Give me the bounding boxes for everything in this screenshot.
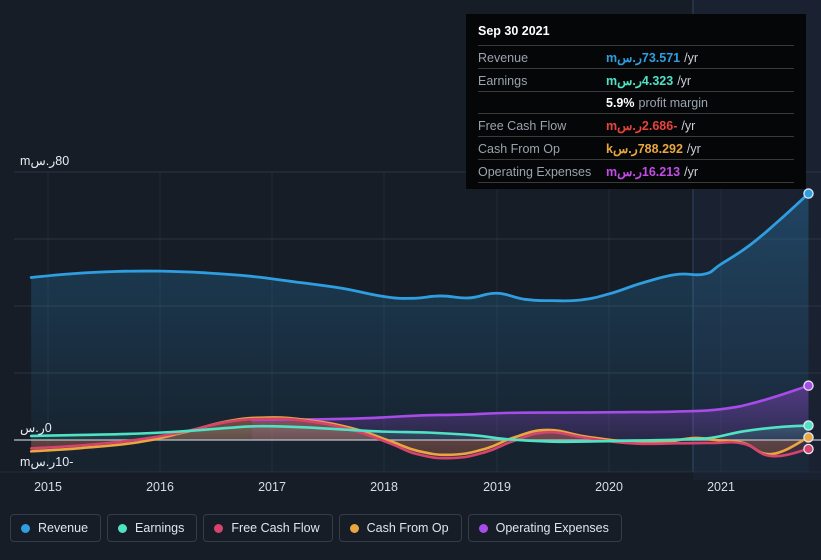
- legend-color-dot-icon: [214, 523, 224, 533]
- chart-legend[interactable]: Revenue Earnings Free Cash Flow Cash From O…: [10, 514, 622, 542]
- tooltip-metric-value: 788.292ر.سk: [606, 142, 683, 156]
- tooltip-metric-label: Cash From Op: [478, 142, 560, 156]
- tooltip-metric-value: 4.323ر.سm: [606, 74, 674, 88]
- x-axis-tick-2017: 2017: [258, 480, 286, 494]
- legend-item-free-cash-flow[interactable]: Free Cash Flow: [203, 514, 333, 542]
- tooltip-metric-value: 73.571ر.سm: [606, 51, 681, 65]
- legend-item-earnings[interactable]: Earnings: [107, 514, 198, 542]
- endpoint-free-cash-flow[interactable]: [803, 443, 814, 455]
- y-axis-label-negative: -10ر.سm: [20, 455, 74, 469]
- legend-item-operating-expenses[interactable]: Operating Expenses: [467, 514, 622, 542]
- legend-label: Cash From Op: [366, 521, 449, 535]
- legend-color-dot-icon: [118, 523, 128, 533]
- legend-label: Operating Expenses: [495, 521, 609, 535]
- endpoint-revenue[interactable]: [803, 188, 814, 199]
- tooltip-metric-unit: /yr: [681, 119, 696, 133]
- tooltip-metric-value: 5.9%: [606, 96, 635, 110]
- tooltip-row: Revenue 73.571ر.سm/yr: [478, 46, 794, 69]
- tooltip-rows: Revenue 73.571ر.سm/yr Earnings 4.323ر.سm/yr…: [478, 46, 794, 183]
- legend-label: Free Cash Flow: [231, 521, 320, 535]
- x-axis: 2015 2016 2017 2018 2019 2020 2021: [0, 480, 821, 506]
- tooltip-metric-unit: /yr: [677, 74, 692, 88]
- x-axis-tick-2015: 2015: [34, 480, 62, 494]
- tooltip-metric-value: -2.686ر.سm: [606, 119, 678, 133]
- x-axis-tick-2021: 2021: [707, 480, 735, 494]
- legend-color-dot-icon: [478, 523, 488, 533]
- tooltip-metric-unit: /yr: [684, 51, 699, 65]
- endpoint-operating-expenses[interactable]: [803, 380, 814, 391]
- legend-color-dot-icon: [21, 523, 30, 533]
- tooltip-row: Cash From Op 788.292ر.سk/yr: [478, 137, 794, 160]
- tooltip-metric-label: Free Cash Flow: [478, 119, 567, 133]
- endpoint-cash-from-op[interactable]: [803, 432, 814, 443]
- tooltip-metric-label: Revenue: [478, 51, 529, 65]
- tooltip-row: 5.9% profit margin: [478, 92, 794, 114]
- x-axis-tick-2020: 2020: [595, 480, 623, 494]
- endpoint-earnings[interactable]: [803, 420, 814, 431]
- tooltip-row: Free Cash Flow -2.686ر.سm/yr: [478, 114, 794, 137]
- tooltip-row: Earnings 4.323ر.سm/yr: [478, 69, 794, 92]
- tooltip-metric-label: Operating Expenses: [478, 165, 592, 179]
- tooltip-metric-unit: /yr: [684, 165, 699, 179]
- y-axis-label-top: 80ر.سm: [20, 154, 70, 168]
- legend-label: Revenue: [38, 521, 89, 535]
- tooltip-metric-unit: profit margin: [638, 96, 708, 110]
- y-axis-label-zero: 0ر.س: [20, 421, 52, 435]
- legend-item-revenue[interactable]: Revenue: [10, 514, 102, 542]
- tooltip-row: Operating Expenses 16.213ر.سm/yr: [478, 160, 794, 183]
- legend-item-cash-from-op[interactable]: Cash From Op: [338, 514, 462, 542]
- x-axis-tick-2019: 2019: [483, 480, 511, 494]
- tooltip-date-title: Sep 30 2021: [478, 22, 794, 46]
- tooltip-metric-label: Earnings: [478, 74, 528, 88]
- financial-chart-panel: 80ر.سm 0ر.س -10ر.سm 2015 2016 2017 2018 2019…: [0, 0, 821, 560]
- x-axis-tick-2018: 2018: [370, 480, 398, 494]
- legend-color-dot-icon: [349, 523, 359, 533]
- tooltip-metric-value: 16.213ر.سm: [606, 165, 681, 179]
- data-tooltip: Sep 30 2021 Revenue 73.571ر.سm/yr Earnings…: [466, 14, 806, 189]
- tooltip-metric-unit: /yr: [686, 142, 701, 156]
- x-axis-tick-2016: 2016: [146, 480, 174, 494]
- legend-label: Earnings: [135, 521, 185, 535]
